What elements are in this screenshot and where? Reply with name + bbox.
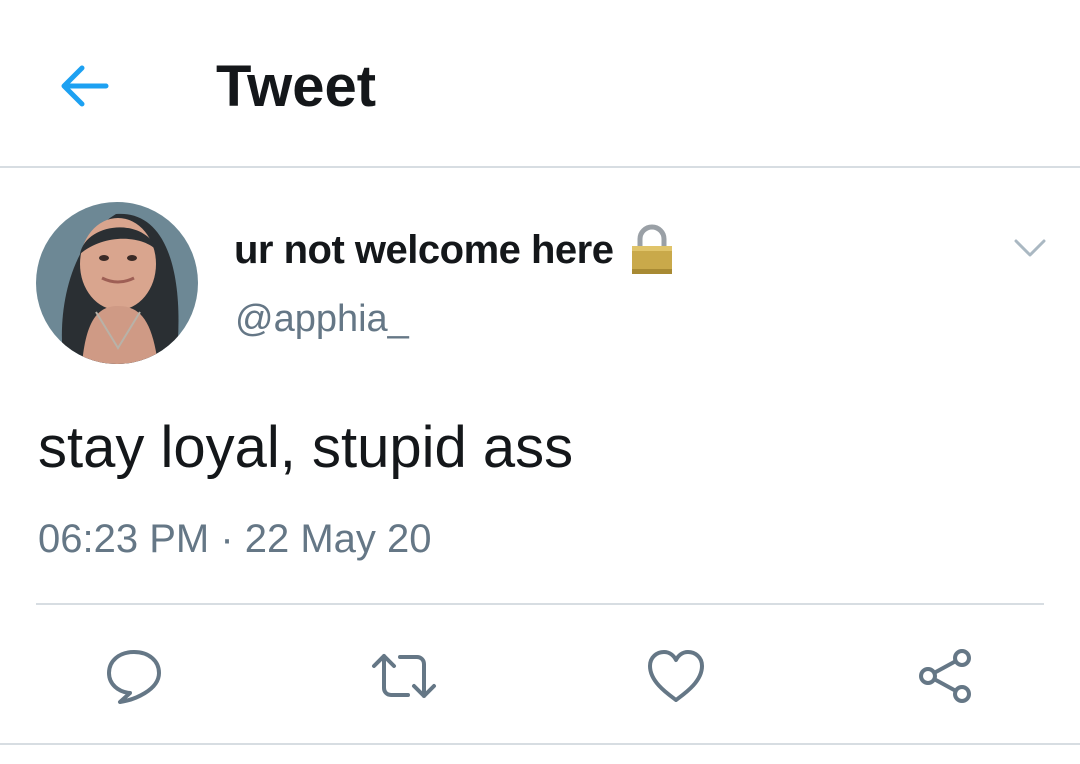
author-handle[interactable]: @apphia_ — [235, 298, 409, 341]
author-name-row[interactable]: ur not welcome here — [234, 222, 675, 278]
lock-icon — [632, 224, 673, 274]
share-button[interactable] — [908, 640, 980, 712]
heart-icon — [648, 650, 704, 702]
tweet-timestamp[interactable]: 06:23 PM · 22 May 20 — [38, 514, 432, 564]
share-icon — [919, 649, 971, 703]
like-button[interactable] — [640, 640, 712, 712]
top-bar: Tweet — [0, 0, 1080, 168]
retweet-button[interactable] — [368, 640, 440, 712]
chevron-down-icon — [1014, 239, 1046, 257]
page-title: Tweet — [216, 54, 377, 119]
avatar-image — [36, 202, 198, 364]
back-button[interactable] — [54, 56, 114, 116]
reply-button[interactable] — [98, 640, 170, 712]
tweet-text: stay loyal, stupid ass — [38, 415, 574, 480]
display-name: ur not welcome here — [234, 227, 614, 272]
divider — [0, 743, 1080, 745]
divider — [36, 603, 1044, 605]
tweet-options-button[interactable] — [1010, 228, 1050, 268]
arrow-left-icon — [61, 65, 109, 107]
comment-icon — [107, 650, 161, 704]
avatar[interactable] — [36, 202, 198, 364]
retweet-icon — [372, 654, 436, 698]
